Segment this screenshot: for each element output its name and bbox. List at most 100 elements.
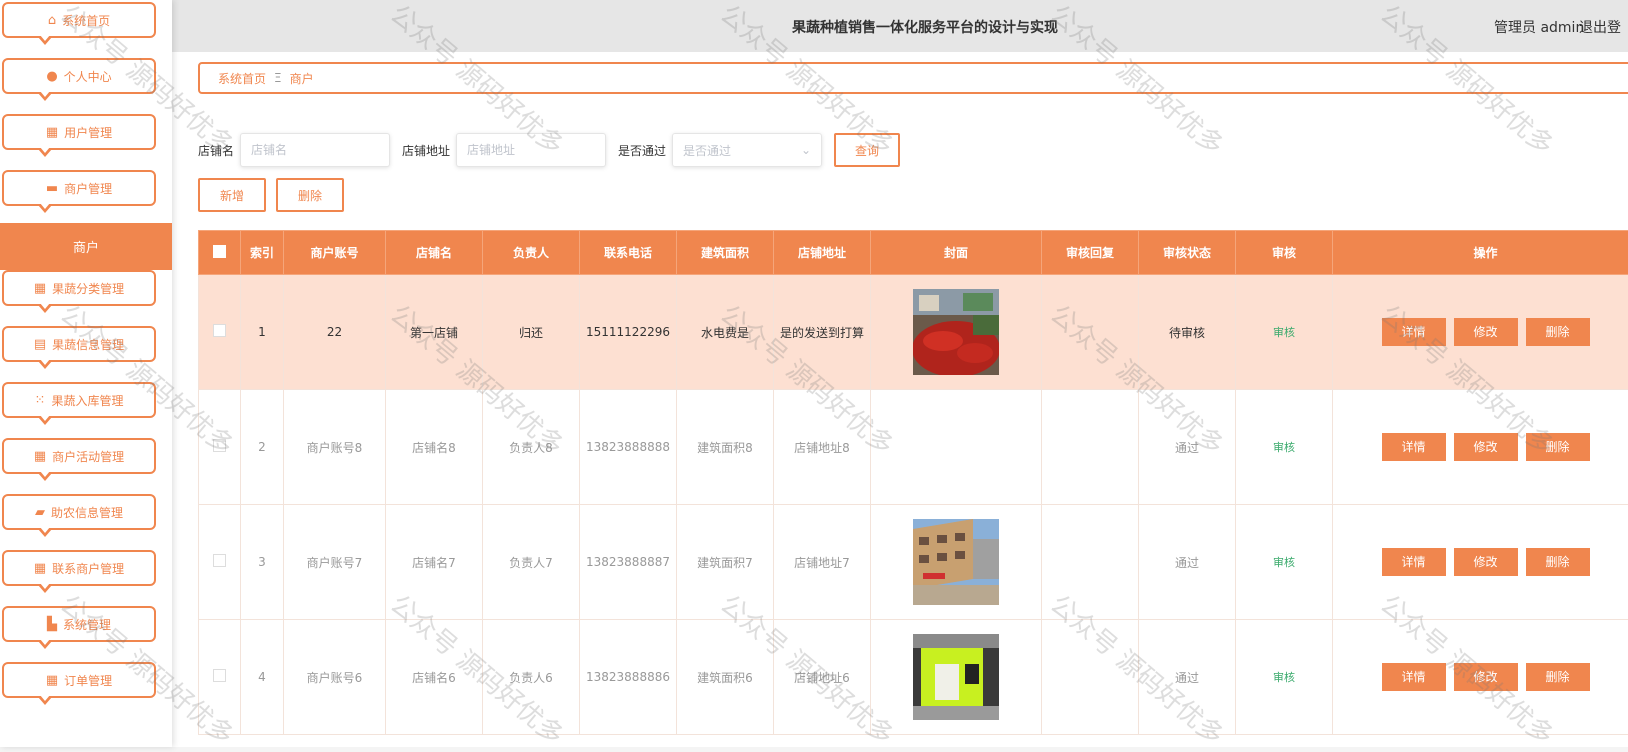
detail-button[interactable]: 详情	[1382, 433, 1446, 461]
delete-button[interactable]: 删除	[1526, 318, 1590, 346]
sidebar-item-label: 果蔬入库管理	[51, 392, 123, 409]
sidebar-item-label: 果蔬信息管理	[52, 336, 124, 353]
detail-button[interactable]: 详情	[1382, 318, 1446, 346]
cell-account: 商户账号6	[284, 620, 386, 735]
sidebar-item-label: 系统首页	[62, 12, 110, 29]
cell-owner: 归还	[483, 275, 580, 390]
sidebar-item-label: 订单管理	[64, 672, 112, 689]
breadcrumb-separator-icon: Ξ	[274, 71, 282, 85]
sidebar-item-farm-aid[interactable]: ▰ 助农信息管理	[2, 494, 156, 530]
app-title: 果蔬种植销售一体化服务平台的设计与实现	[792, 17, 1058, 37]
cell-shop: 店铺名8	[386, 390, 483, 505]
cell-address: 是的发送到打算	[774, 275, 871, 390]
detail-button[interactable]: 详情	[1382, 663, 1446, 691]
cell-status: 待审核	[1139, 275, 1236, 390]
table-row[interactable]: 3 商户账号7 店铺名7 负责人7 13823888887 建筑面积7 店铺地址…	[199, 505, 1628, 620]
sidebar-item-profile[interactable]: ● 个人中心	[2, 58, 156, 94]
edit-button[interactable]: 修改	[1454, 318, 1518, 346]
select-all-header[interactable]	[199, 231, 241, 275]
cell-shop: 店铺名7	[386, 505, 483, 620]
column-header: 店铺名	[386, 231, 483, 275]
cell-cover	[871, 390, 1042, 505]
query-button[interactable]: 查询	[834, 133, 900, 167]
cover-image-street	[913, 519, 999, 605]
sidebar-item-fruit-info[interactable]: ▤ 果蔬信息管理	[2, 326, 156, 362]
cell-address: 店铺地址7	[774, 505, 871, 620]
shop-address-input[interactable]	[456, 133, 606, 167]
sidebar-item-fruit-stock[interactable]: ⁙ 果蔬入库管理	[2, 382, 156, 418]
breadcrumb-home[interactable]: 系统首页	[218, 70, 266, 87]
sidebar-item-contact-merchant[interactable]: ▦ 联系商户管理	[2, 550, 156, 586]
sidebar-item-home[interactable]: ⌂ 系统首页	[2, 2, 156, 38]
cell-account: 商户账号7	[284, 505, 386, 620]
logout-link[interactable]: 退出登	[1579, 17, 1621, 37]
cell-phone: 13823888888	[580, 390, 677, 505]
pass-status-select[interactable]: 是否通过 ⌄	[672, 133, 822, 167]
edit-button[interactable]: 修改	[1454, 433, 1518, 461]
column-header: 操作	[1333, 231, 1628, 275]
edit-button[interactable]: 修改	[1454, 663, 1518, 691]
row-checkbox[interactable]	[213, 439, 226, 452]
batch-delete-button[interactable]: 删除	[276, 178, 344, 212]
toolbox-icon: ▙	[47, 618, 57, 631]
sidebar-item-fruit-category[interactable]: ▦ 果蔬分类管理	[2, 270, 156, 306]
sidebar-item-system[interactable]: ▙ 系统管理	[2, 606, 156, 642]
row-checkbox[interactable]	[213, 324, 226, 337]
sidebar-subitem-merchant[interactable]: 商户	[0, 223, 172, 270]
shop-name-input[interactable]	[240, 133, 390, 167]
grid-icon: ▦	[34, 282, 46, 295]
cell-audit: 审核	[1236, 275, 1333, 390]
cover-image-market	[913, 289, 999, 375]
apps-icon: ⁙	[35, 394, 46, 407]
chat-icon: ▰	[35, 506, 45, 519]
column-header: 商户账号	[284, 231, 386, 275]
sidebar-item-label: 系统管理	[63, 616, 111, 633]
cell-reply	[1042, 390, 1139, 505]
delete-button[interactable]: 删除	[1526, 433, 1590, 461]
column-header: 索引	[241, 231, 284, 275]
sidebar-item-label: 果蔬分类管理	[52, 280, 124, 297]
shop-address-label: 店铺地址	[402, 142, 450, 159]
row-checkbox[interactable]	[213, 554, 226, 567]
audit-link[interactable]: 审核	[1273, 556, 1295, 569]
cover-image-storefront	[913, 634, 999, 720]
sidebar-item-merchants[interactable]: ▬ 商户管理	[2, 170, 156, 206]
row-select-cell	[199, 620, 241, 735]
row-checkbox[interactable]	[213, 669, 226, 682]
cell-area: 水电费是	[677, 275, 774, 390]
cell-audit: 审核	[1236, 505, 1333, 620]
cell-shop: 第一店铺	[386, 275, 483, 390]
detail-button[interactable]: 详情	[1382, 548, 1446, 576]
top-header: 果蔬种植销售一体化服务平台的设计与实现 管理员 admin 退出登	[172, 0, 1628, 52]
column-header: 负责人	[483, 231, 580, 275]
sidebar-item-label: 商户活动管理	[52, 448, 124, 465]
audit-link[interactable]: 审核	[1273, 326, 1295, 339]
cell-ops: 详情修改删除	[1333, 505, 1628, 620]
grid-icon: ▦	[46, 674, 58, 687]
breadcrumb-current: 商户	[290, 70, 314, 87]
add-button[interactable]: 新增	[198, 178, 266, 212]
sidebar-item-merchant-activity[interactable]: ▦ 商户活动管理	[2, 438, 156, 474]
delete-button[interactable]: 删除	[1526, 548, 1590, 576]
table-row[interactable]: 2 商户账号8 店铺名8 负责人8 13823888888 建筑面积8 店铺地址…	[199, 390, 1628, 505]
table-row[interactable]: 4 商户账号6 店铺名6 负责人6 13823888886 建筑面积6 店铺地址…	[199, 620, 1628, 735]
sidebar-item-orders[interactable]: ▦ 订单管理	[2, 662, 156, 698]
cell-cover	[871, 275, 1042, 390]
sidebar: ⌂ 系统首页 ● 个人中心 ▦ 用户管理 ▬ 商户管理 商户 ▦ 果蔬分类管理 …	[0, 0, 172, 747]
briefcase-icon: ▬	[46, 182, 58, 195]
pass-status-label: 是否通过	[618, 142, 666, 159]
sidebar-item-label: 助农信息管理	[51, 504, 123, 521]
column-header: 审核回复	[1042, 231, 1139, 275]
grid-icon: ▦	[46, 126, 58, 139]
shop-name-label: 店铺名	[198, 142, 234, 159]
audit-link[interactable]: 审核	[1273, 671, 1295, 684]
delete-button[interactable]: 删除	[1526, 663, 1590, 691]
cell-reply	[1042, 620, 1139, 735]
sidebar-item-users[interactable]: ▦ 用户管理	[2, 114, 156, 150]
cell-ops: 详情修改删除	[1333, 275, 1628, 390]
select-all-checkbox[interactable]	[213, 245, 226, 258]
cell-owner: 负责人6	[483, 620, 580, 735]
table-row[interactable]: 1 22 第一店铺 归还 15111122296 水电费是 是的发送到打算	[199, 275, 1628, 390]
audit-link[interactable]: 审核	[1273, 441, 1295, 454]
edit-button[interactable]: 修改	[1454, 548, 1518, 576]
